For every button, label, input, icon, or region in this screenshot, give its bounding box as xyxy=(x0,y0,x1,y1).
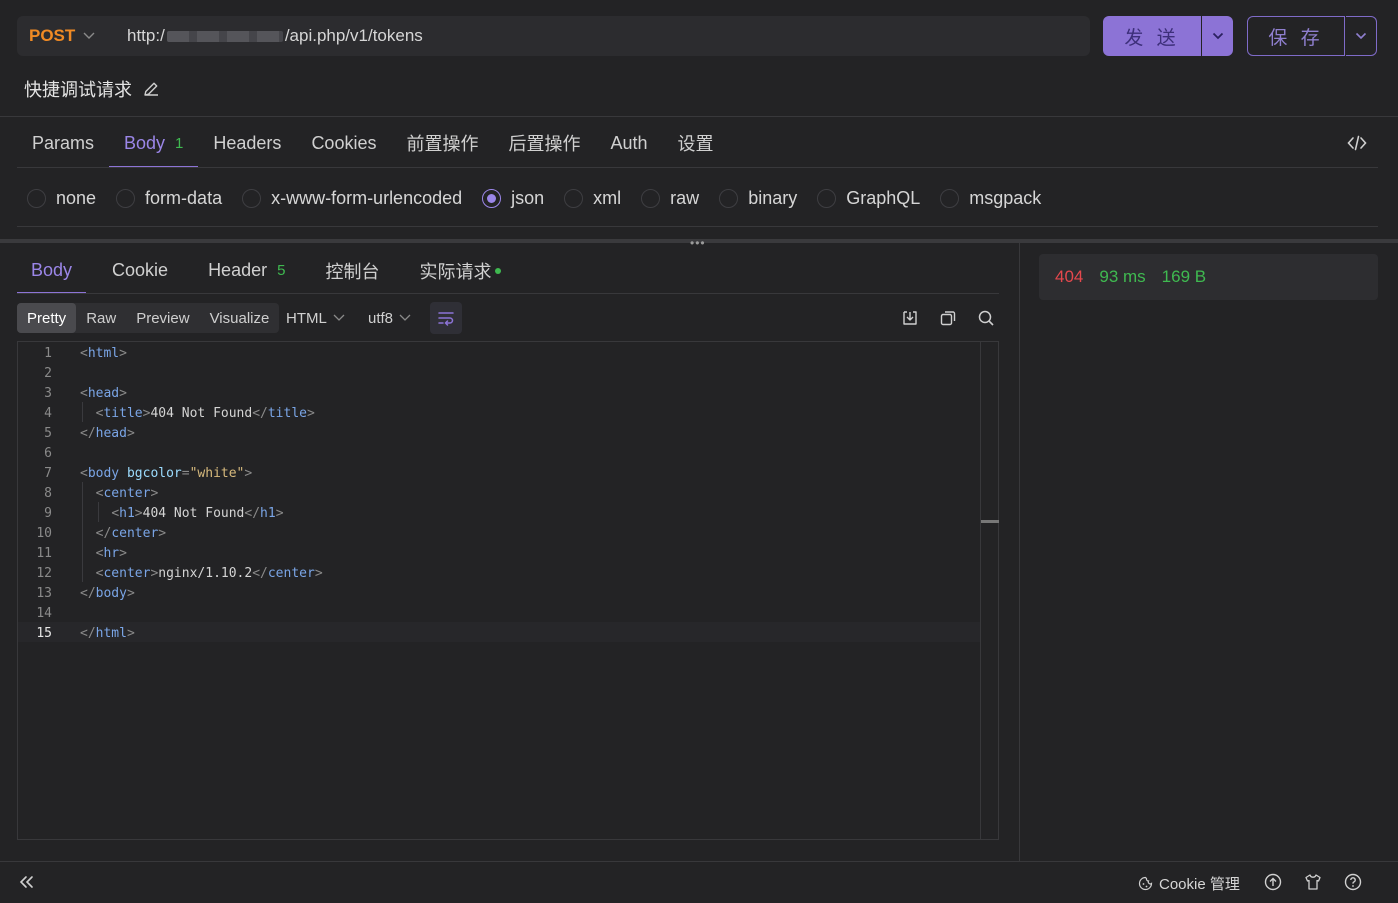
code-line: 1 <html> xyxy=(44,345,127,361)
drag-handle-icon[interactable]: ••• xyxy=(690,236,706,250)
res-tab-cookie[interactable]: Cookie xyxy=(98,247,182,294)
request-tabs: Params Body 1 Headers Cookies 前置操作 后置操作 A… xyxy=(17,118,729,168)
tab-post-operations[interactable]: 后置操作 xyxy=(493,118,595,168)
copy-icon[interactable] xyxy=(939,309,957,327)
cookie-manager-button[interactable]: Cookie 管理 xyxy=(1138,873,1240,894)
radio-circle[interactable] xyxy=(116,188,136,208)
vertical-scrollbar[interactable] xyxy=(980,342,999,839)
code-line: 9 <h1>404 Not Found</h1> xyxy=(44,505,284,521)
radio-circle[interactable] xyxy=(719,188,739,208)
help-icon[interactable] xyxy=(1344,873,1362,891)
radio-circle[interactable] xyxy=(641,188,661,208)
request-name[interactable]: 快捷调试请求 xyxy=(24,76,160,102)
chevron-down-icon xyxy=(333,314,345,322)
view-pretty[interactable]: Pretty xyxy=(17,303,77,333)
vertical-divider[interactable] xyxy=(1019,243,1020,861)
send-options-chevron-icon[interactable] xyxy=(1202,16,1233,56)
radio-form-data[interactable]: form-data xyxy=(116,188,222,209)
radio-circle[interactable] xyxy=(817,188,837,208)
res-tab-actual-request[interactable]: 实际请求 xyxy=(405,247,515,294)
response-tabs: Body Cookie Header 5 控制台 实际请求 xyxy=(17,247,527,294)
divider xyxy=(0,116,1398,117)
code-line: 5 </head> xyxy=(44,425,135,441)
code-line: 13 </body> xyxy=(36,585,135,601)
code-line: 12 <center>nginx/1.10.2</center> xyxy=(36,565,323,581)
tab-body[interactable]: Body 1 xyxy=(109,118,199,168)
divider xyxy=(17,167,1378,168)
res-tab-header[interactable]: Header 5 xyxy=(194,247,299,294)
tab-params[interactable]: Params xyxy=(17,118,109,168)
radio-circle[interactable] xyxy=(242,188,262,208)
radio-circle[interactable] xyxy=(564,188,584,208)
res-tab-body[interactable]: Body xyxy=(17,247,87,294)
code-line: 7 <body bgcolor="white"> xyxy=(44,465,253,481)
method-select[interactable]: POST xyxy=(17,26,79,46)
url-prefix: http:/ xyxy=(127,26,165,45)
radio-circle[interactable] xyxy=(27,188,46,208)
view-preview[interactable]: Preview xyxy=(126,303,199,333)
body-type-group: none form-data x-www-form-urlencoded jso… xyxy=(27,183,1061,213)
divider xyxy=(17,293,999,294)
chevron-down-icon[interactable] xyxy=(79,16,99,56)
radio-circle[interactable] xyxy=(940,188,960,208)
format-select[interactable]: HTML xyxy=(286,303,345,333)
code-line: 2 xyxy=(44,365,52,381)
tab-headers[interactable]: Headers xyxy=(198,118,296,168)
chevron-down-icon xyxy=(399,314,411,322)
save-button[interactable]: 保 存 xyxy=(1247,16,1345,56)
status-dot xyxy=(495,267,502,274)
divider xyxy=(17,226,1378,227)
body-count-badge: 1 xyxy=(175,134,184,152)
radio-circle-checked[interactable] xyxy=(482,188,502,208)
tab-pre-operations[interactable]: 前置操作 xyxy=(391,118,493,168)
view-mode-group: Pretty Raw Preview Visualize xyxy=(17,303,280,333)
code-line: 3 <head> xyxy=(44,385,127,401)
tab-cookies[interactable]: Cookies xyxy=(296,118,391,168)
radio-xml[interactable]: xml xyxy=(564,188,621,209)
code-line: 10 </center> xyxy=(36,525,167,541)
tab-settings[interactable]: 设置 xyxy=(663,118,729,168)
request-name-label: 快捷调试请求 xyxy=(24,80,132,100)
header-count-badge: 5 xyxy=(277,262,286,279)
encoding-select[interactable]: utf8 xyxy=(368,303,411,333)
radio-binary[interactable]: binary xyxy=(719,188,797,209)
radio-x-www-form-urlencoded[interactable]: x-www-form-urlencoded xyxy=(242,188,462,209)
edit-pencil-icon[interactable] xyxy=(142,80,160,98)
code-line: 15 </html> xyxy=(36,625,135,641)
save-options-chevron-icon[interactable] xyxy=(1346,16,1377,56)
view-raw[interactable]: Raw xyxy=(76,303,126,333)
radio-json[interactable]: json xyxy=(482,188,544,209)
word-wrap-icon[interactable] xyxy=(430,302,462,334)
response-size: 169 B xyxy=(1161,267,1207,286)
scrollbar-thumb[interactable] xyxy=(981,520,999,523)
code-line: 14 xyxy=(36,605,52,621)
view-visualize[interactable]: Visualize xyxy=(200,303,280,333)
url-input[interactable]: http:/ /api.php/v1/tokens xyxy=(127,26,423,46)
response-code-editor[interactable]: 1 <html> 2 3 <head> 4 <title>404 Not Fou… xyxy=(17,341,999,840)
res-tab-console[interactable]: 控制台 xyxy=(311,247,393,294)
radio-msgpack[interactable]: msgpack xyxy=(940,188,1041,209)
upload-circle-icon[interactable] xyxy=(1264,873,1282,891)
code-line: 8 <center> xyxy=(44,485,159,501)
radio-raw[interactable]: raw xyxy=(641,188,699,209)
code-line: 11 <hr> xyxy=(36,545,127,561)
code-brackets-icon[interactable] xyxy=(1346,132,1368,154)
url-bar: POST http:/ /api.php/v1/tokens xyxy=(17,16,1090,56)
search-icon[interactable] xyxy=(977,309,995,327)
response-status: 404 93 ms 169 B xyxy=(1039,254,1378,300)
code-line: 6 xyxy=(44,445,52,461)
collapse-sidebar-icon[interactable] xyxy=(18,874,36,890)
response-time: 93 ms xyxy=(1099,267,1146,286)
download-icon[interactable] xyxy=(901,309,919,327)
url-path: /api.php/v1/tokens xyxy=(284,26,423,45)
shirt-theme-icon[interactable] xyxy=(1304,873,1322,891)
send-button[interactable]: 发 送 xyxy=(1103,16,1201,56)
tab-auth[interactable]: Auth xyxy=(595,118,662,168)
code-line: 4 <title>404 Not Found</title> xyxy=(44,405,315,421)
radio-graphql[interactable]: GraphQL xyxy=(817,188,920,209)
radio-none[interactable]: none xyxy=(27,188,96,209)
redacted-host xyxy=(166,30,283,42)
status-code: 404 xyxy=(1055,267,1084,286)
cookie-icon xyxy=(1138,876,1153,891)
